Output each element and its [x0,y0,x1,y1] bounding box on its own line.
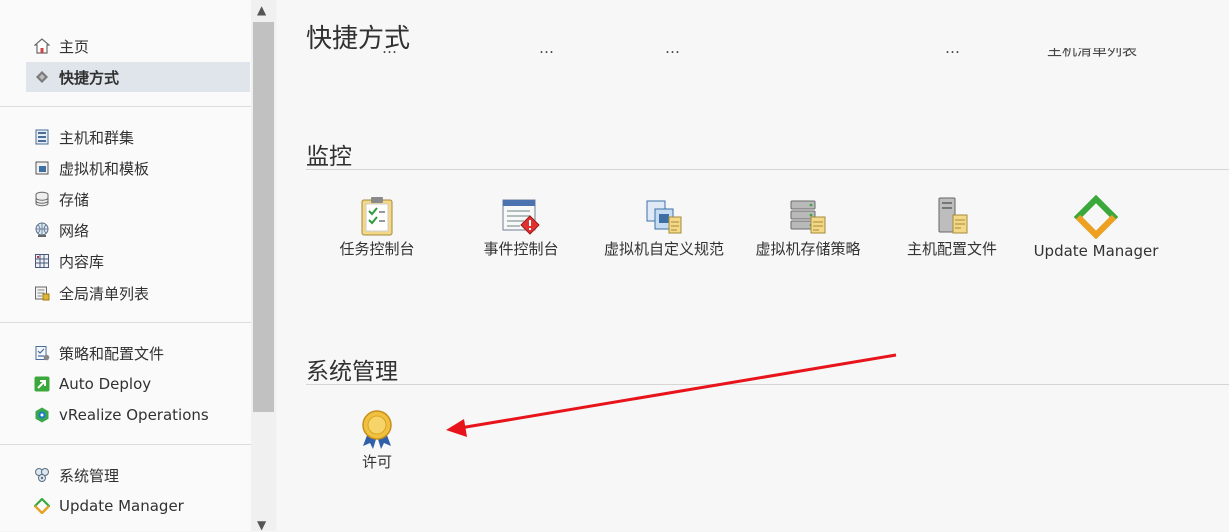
arrow-head [446,419,467,437]
arrow-shaft [459,353,897,430]
annotation-arrow [446,353,897,437]
